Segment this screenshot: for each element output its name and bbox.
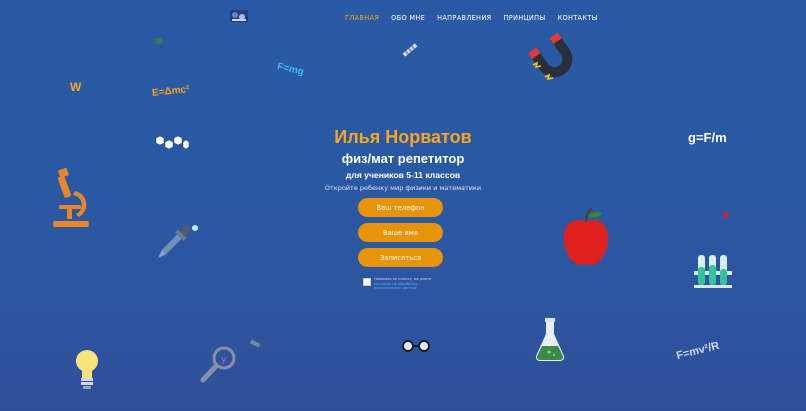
test-tubes-icon <box>694 255 732 288</box>
nav-item-principles[interactable]: ПРИНЦИПЫ <box>503 14 545 22</box>
formula-w: W <box>70 80 82 94</box>
consent-link[interactable]: согласие на обработку персональных данны… <box>374 282 418 291</box>
hero: Илья Норватов физ/мат репетитор для учен… <box>300 126 506 193</box>
submit-button[interactable]: Записаться <box>358 248 443 267</box>
formula-gfm: g=F/m <box>688 130 727 145</box>
nav-item-about[interactable]: ОБО МНЕ <box>391 14 425 22</box>
nav-item-directions[interactable]: НАПРАВЛЕНИЯ <box>437 14 491 22</box>
formula-emc: E=Δmc² <box>151 84 190 99</box>
hero-subtitle: физ/мат репетитор <box>341 151 465 166</box>
leaf-icon <box>155 38 163 44</box>
main-menu: ГЛАВНАЯ ОБО МНЕ НАПРАВЛЕНИЯ ПРИНЦИПЫ КОН… <box>345 14 598 22</box>
name-field-button[interactable]: Ваше имя <box>358 223 443 242</box>
formula-fmg: F=mg <box>276 61 305 78</box>
hero-title: Илья Норватов <box>334 127 472 147</box>
glasses-icon <box>402 340 430 352</box>
apple-icon <box>563 208 609 265</box>
hero-grades: для учеников 5-11 классов <box>345 170 461 180</box>
dropper-icon <box>158 224 198 258</box>
svg-text:y: y <box>221 355 227 365</box>
nav-item-contacts[interactable]: КОНТАКТЫ <box>558 14 598 22</box>
flask-icon <box>535 318 565 362</box>
phone-field-button[interactable]: Ваш телефон <box>358 198 443 217</box>
lightbulb-icon <box>76 350 98 389</box>
hero-tagline: Откройте ребенку мир физики и математики <box>324 184 482 192</box>
top-nav: ГЛАВНАЯ ОБО МНЕ НАПРАВЛЕНИЯ ПРИНЦИПЫ КОН… <box>0 7 806 22</box>
nav-item-home[interactable]: ГЛАВНАЯ <box>345 14 379 22</box>
magnifier-icon: y <box>200 346 236 383</box>
consent-checkbox[interactable] <box>363 278 371 286</box>
consent-row: Нажимая на кнопку, вы даете согласие на … <box>363 277 443 291</box>
consent-text: Нажимая на кнопку, вы даете согласие на … <box>374 277 443 291</box>
hexagons-icon <box>155 135 190 150</box>
formula-fmv: F=mv²/R <box>675 339 721 363</box>
consent-label: Нажимая на кнопку, вы даете <box>374 277 432 281</box>
magnet-icon <box>528 33 573 81</box>
molecule-icon <box>402 43 418 57</box>
logo-icon[interactable] <box>229 9 249 23</box>
pencil-icon <box>250 340 261 348</box>
microscope-icon <box>53 167 89 227</box>
red-dot-icon <box>723 212 729 218</box>
